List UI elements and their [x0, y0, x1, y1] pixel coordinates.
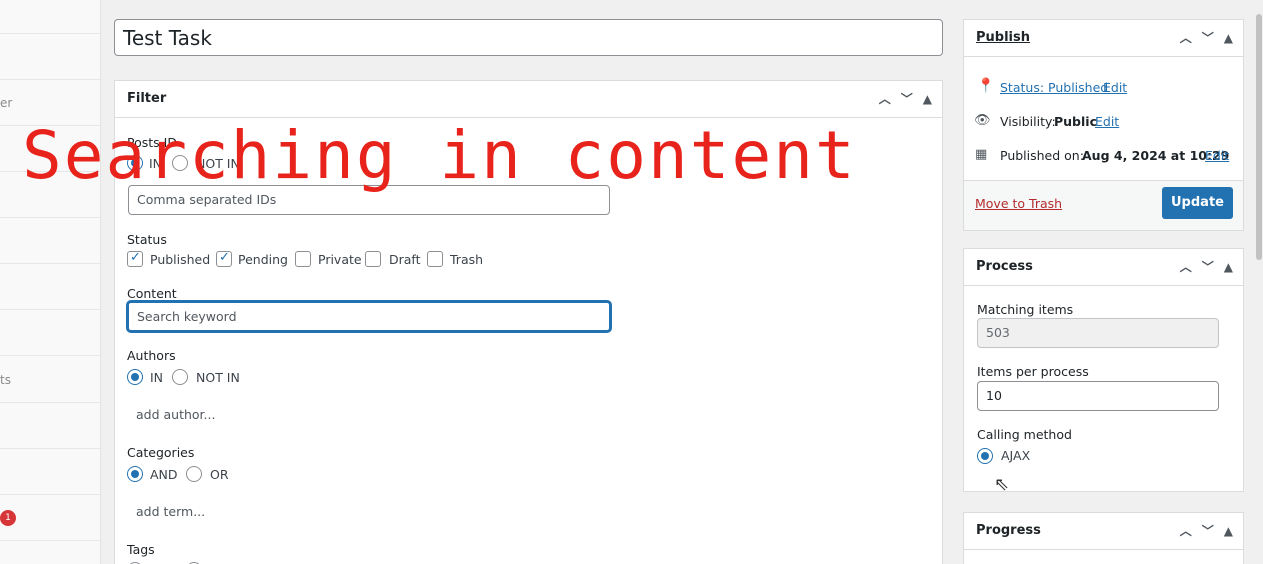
- sidebar-separator: [0, 355, 101, 356]
- process-title: Process: [976, 259, 1033, 274]
- content-label: Content: [127, 286, 177, 301]
- sidebar-separator: [0, 79, 101, 80]
- posts-id-not-in-label: NOT IN: [196, 156, 240, 171]
- categories-and-radio[interactable]: [127, 466, 143, 482]
- matching-items-field: 503: [977, 318, 1219, 348]
- categories-label: Categories: [127, 445, 195, 460]
- categories-or-radio[interactable]: [186, 466, 202, 482]
- filter-header[interactable]: Filter ︿ ﹀ ▲: [115, 81, 942, 118]
- toggle-arrow-icon[interactable]: ▲: [1224, 524, 1233, 538]
- filter-title: Filter: [127, 91, 167, 106]
- items-per-process-label: Items per process: [977, 364, 1089, 379]
- posts-id-not-in-radio[interactable]: [172, 155, 188, 171]
- visibility-edit-link[interactable]: Edit: [1095, 114, 1119, 129]
- authors-label: Authors: [127, 348, 176, 363]
- status-trash-checkbox[interactable]: [427, 251, 443, 267]
- toggle-arrow-icon[interactable]: ▲: [923, 92, 932, 106]
- toggle-arrow-icon[interactable]: ▲: [1224, 260, 1233, 274]
- chevron-down-icon[interactable]: ﹀: [901, 90, 913, 107]
- process-header[interactable]: Process ︿ ﹀ ▲: [964, 249, 1243, 286]
- notification-badge: 1: [0, 510, 16, 526]
- calling-method-ajax-label: AJAX: [1001, 448, 1031, 463]
- sidebar-item-fragment[interactable]: er: [0, 96, 12, 110]
- status-published-checkbox[interactable]: [127, 250, 143, 267]
- published-on-label: Published on:: [1000, 148, 1084, 163]
- visibility-value: Public: [1054, 114, 1097, 129]
- mouse-cursor-icon: ⇖: [994, 474, 1010, 495]
- chevron-down-icon[interactable]: ﹀: [1202, 258, 1214, 275]
- sidebar-separator: [0, 125, 101, 126]
- posts-id-input[interactable]: Comma separated IDs: [128, 185, 610, 215]
- status-option-label: Pending: [238, 252, 288, 267]
- status-pending-checkbox[interactable]: [216, 250, 232, 267]
- calling-method-label: Calling method: [977, 427, 1072, 442]
- status-private-checkbox[interactable]: [295, 251, 311, 267]
- progress-header[interactable]: Progress ︿ ﹀ ▲: [964, 513, 1243, 550]
- admin-sidebar: er ts 1: [0, 0, 101, 564]
- publish-metabox: Publish ︿ ﹀ ▲ 📍 Status: Published Edit 👁…: [963, 19, 1244, 231]
- post-title-input[interactable]: Test Task: [114, 19, 943, 56]
- categories-or-label: OR: [210, 467, 229, 482]
- process-metabox: Process ︿ ﹀ ▲ Matching items 503 Items p…: [963, 248, 1244, 492]
- chevron-up-icon[interactable]: ︿: [1180, 29, 1192, 46]
- status-edit-link[interactable]: Edit: [1103, 80, 1127, 95]
- authors-not-in-radio[interactable]: [172, 369, 188, 385]
- publish-header[interactable]: Publish ︿ ﹀ ▲: [964, 20, 1243, 57]
- update-button[interactable]: Update: [1162, 187, 1233, 219]
- sidebar-separator: [0, 217, 101, 218]
- add-author-input[interactable]: add author...: [136, 407, 215, 422]
- categories-and-label: AND: [150, 467, 178, 482]
- sidebar-separator: [0, 402, 101, 403]
- tags-label: Tags: [127, 542, 155, 557]
- posts-id-in-radio[interactable]: [127, 155, 143, 171]
- filter-metabox: Filter ︿ ﹀ ▲ Posts ID IN NOT IN Comma se…: [114, 80, 943, 564]
- chevron-up-icon[interactable]: ︿: [1180, 522, 1192, 539]
- publish-title: Publish: [976, 30, 1030, 45]
- toggle-arrow-icon[interactable]: ▲: [1224, 31, 1233, 45]
- sidebar-separator: [0, 171, 101, 172]
- publish-actions: Move to Trash Update: [964, 180, 1243, 230]
- sidebar-separator: [0, 263, 101, 264]
- chevron-down-icon[interactable]: ﹀: [1202, 29, 1214, 46]
- pin-icon: 📍: [977, 78, 995, 94]
- published-on-edit-link[interactable]: Edit: [1205, 148, 1229, 163]
- content-search-input[interactable]: Search keyword: [127, 301, 611, 332]
- sidebar-item-fragment[interactable]: ts: [0, 373, 11, 387]
- status-option-label: Private: [318, 252, 362, 267]
- calendar-icon: ▦: [975, 147, 988, 162]
- calling-method-ajax-radio[interactable]: [977, 448, 993, 464]
- chevron-up-icon[interactable]: ︿: [879, 90, 891, 107]
- authors-in-label: IN: [150, 370, 164, 385]
- visibility-label: Visibility:: [1000, 114, 1056, 129]
- sidebar-separator: [0, 448, 101, 449]
- sidebar-separator: [0, 494, 101, 495]
- progress-title: Progress: [976, 523, 1041, 538]
- status-option-label: Trash: [450, 252, 484, 267]
- posts-id-in-label: IN: [149, 156, 163, 171]
- status-option-label: Draft: [389, 252, 421, 267]
- status-option-label: Published: [150, 252, 211, 267]
- add-term-input[interactable]: add term...: [136, 504, 205, 519]
- sidebar-separator: [0, 309, 101, 310]
- scrollbar-thumb[interactable]: [1256, 14, 1262, 260]
- page-scrollbar[interactable]: [1255, 0, 1263, 564]
- status-value: Status: Published: [1000, 80, 1109, 95]
- items-per-process-input[interactable]: 10: [977, 381, 1219, 411]
- posts-id-label: Posts ID: [127, 135, 177, 150]
- progress-metabox: Progress ︿ ﹀ ▲: [963, 512, 1244, 564]
- move-to-trash-link[interactable]: Move to Trash: [975, 196, 1062, 211]
- chevron-up-icon[interactable]: ︿: [1180, 258, 1192, 275]
- matching-items-label: Matching items: [977, 302, 1074, 317]
- authors-not-in-label: NOT IN: [196, 370, 240, 385]
- status-label: Status: [127, 232, 167, 247]
- eye-icon: 👁: [974, 113, 991, 128]
- sidebar-separator: [0, 33, 101, 34]
- chevron-down-icon[interactable]: ﹀: [1202, 522, 1214, 539]
- sidebar-separator: [0, 540, 101, 541]
- authors-in-radio[interactable]: [127, 369, 143, 385]
- status-draft-checkbox[interactable]: [365, 251, 381, 267]
